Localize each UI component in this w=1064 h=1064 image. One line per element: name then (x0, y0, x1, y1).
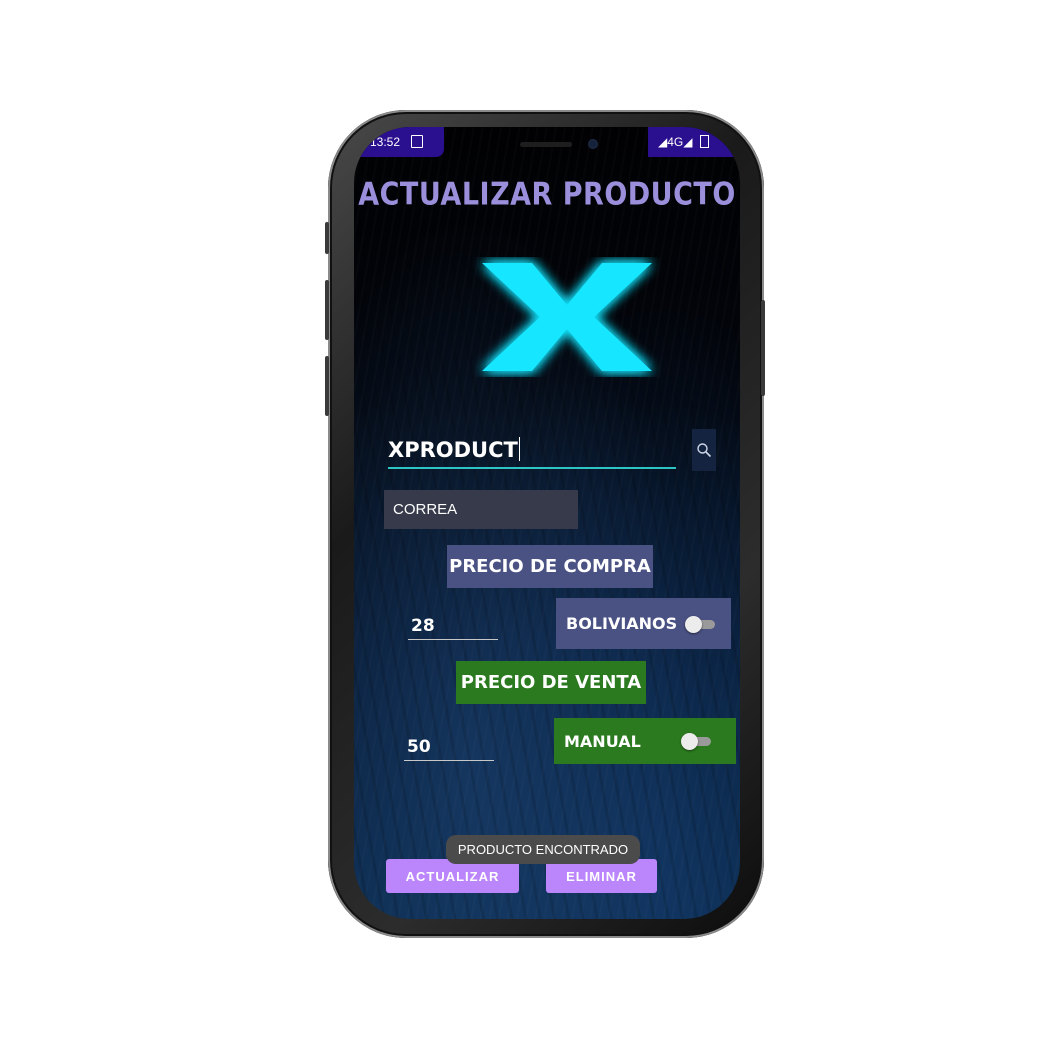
currency-toggle[interactable]: BOLIVIANOS (556, 598, 731, 649)
product-name-value: CORREA (393, 501, 458, 518)
sale-price-input[interactable]: 50 (404, 733, 494, 761)
page-title: ACTUALIZAR PRODUCTO (358, 176, 736, 213)
manual-switch[interactable] (680, 733, 713, 750)
app-screen: 13:52 ◢4G◢ ACTUALIZAR PRODUCTO XPRODUCT … (354, 127, 740, 919)
product-name-field[interactable]: CORREA (384, 490, 578, 529)
manual-toggle[interactable]: MANUAL (554, 718, 736, 764)
sim-card-icon (411, 135, 424, 148)
purchase-price-label: PRECIO DE COMPRA (447, 545, 653, 588)
x-logo-icon (472, 257, 662, 377)
earpiece-speaker (520, 142, 572, 147)
front-camera (588, 139, 598, 149)
currency-toggle-label: BOLIVIANOS (566, 614, 678, 633)
purchase-price-value: 28 (411, 616, 435, 636)
network-indicator: ◢4G◢ (658, 135, 693, 149)
status-bar-right: ◢4G◢ (648, 127, 740, 157)
delete-button[interactable]: ELIMINAR (546, 859, 657, 893)
volume-up-button (325, 280, 329, 340)
battery-icon (699, 135, 709, 148)
mute-switch (325, 222, 329, 254)
status-time: 13:52 (370, 135, 401, 149)
currency-switch[interactable] (685, 615, 717, 633)
switch-thumb (680, 733, 698, 750)
search-icon (697, 443, 712, 458)
status-bar-left: 13:52 (354, 127, 444, 157)
purchase-price-input[interactable]: 28 (408, 612, 498, 640)
sale-price-label: PRECIO DE VENTA (456, 661, 646, 704)
manual-toggle-label: MANUAL (564, 731, 641, 751)
power-button (761, 300, 765, 396)
search-button[interactable] (692, 429, 716, 471)
volume-down-button (325, 356, 329, 416)
switch-thumb (685, 615, 703, 633)
search-input[interactable]: XPRODUCT (388, 433, 676, 469)
sale-price-value: 50 (407, 737, 431, 757)
update-button[interactable]: ACTUALIZAR (386, 859, 519, 893)
search-input-value: XPRODUCT (388, 438, 518, 462)
toast-message: PRODUCTO ENCONTRADO (446, 835, 640, 864)
text-caret (518, 437, 520, 461)
